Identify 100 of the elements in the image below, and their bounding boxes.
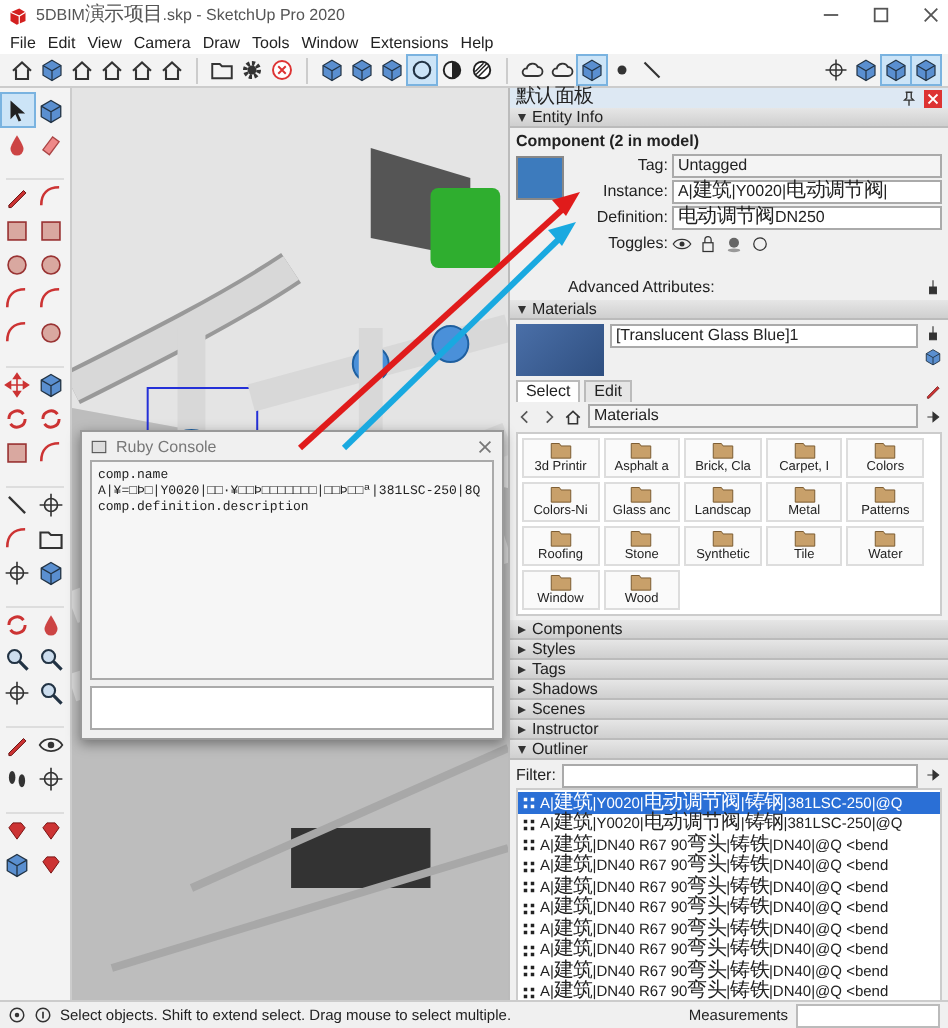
instance-field[interactable]: A|建筑|Y0020|电动调节阀| — [671, 179, 943, 204]
tag-label: Tag: — [635, 156, 668, 175]
section-header[interactable]: Scenes — [509, 700, 948, 721]
cube-icon[interactable] — [348, 56, 376, 85]
crosshair-icon[interactable] — [35, 488, 68, 521]
cube-icon[interactable] — [378, 56, 406, 85]
house-icon[interactable] — [98, 56, 126, 85]
menu-item[interactable]: View — [81, 33, 128, 52]
close-icon[interactable] — [924, 89, 943, 108]
folder-icon — [628, 484, 655, 505]
sphere-icon[interactable] — [749, 233, 770, 254]
house-icon[interactable] — [8, 56, 36, 85]
entity-heading: Component (2 in model) — [515, 130, 701, 153]
folder-icon — [791, 528, 818, 549]
grid-icon — [521, 796, 536, 811]
tray-title: 默认面板 — [515, 88, 596, 109]
close-icon[interactable] — [922, 6, 940, 25]
folder-icon — [547, 572, 574, 593]
section-header[interactable]: Components — [509, 620, 948, 641]
move-icon[interactable] — [1, 368, 34, 401]
grid-icon — [521, 901, 536, 916]
menu-item[interactable]: Window — [295, 33, 365, 52]
cube-icon[interactable] — [882, 56, 910, 85]
panel-tab[interactable]: Select — [515, 379, 581, 402]
house-icon[interactable] — [563, 407, 582, 426]
section-header[interactable]: Outliner — [509, 740, 948, 761]
striped-circle-icon[interactable] — [468, 56, 496, 85]
maximize-icon[interactable] — [872, 6, 890, 25]
tag-dropdown[interactable]: Untagged — [671, 153, 943, 178]
crosshair-icon[interactable] — [1, 676, 34, 709]
cube-icon[interactable] — [924, 348, 943, 367]
material-swatch[interactable] — [515, 156, 564, 201]
menu-item[interactable]: Edit — [41, 33, 82, 52]
definition-field[interactable]: 电动调节阀DN250 — [671, 205, 943, 230]
console-title: Ruby Console — [116, 437, 217, 455]
grid-icon — [521, 922, 536, 937]
toggles-label: Toggles: — [606, 234, 668, 253]
info-icon[interactable] — [34, 1006, 52, 1025]
half-circle-icon[interactable] — [438, 56, 466, 85]
pin-icon[interactable] — [900, 89, 919, 108]
filter-field[interactable] — [561, 763, 919, 788]
cube-icon[interactable] — [852, 56, 880, 85]
folder-icon — [872, 484, 899, 505]
cube-icon[interactable] — [318, 56, 346, 85]
filter-label: Filter: — [515, 766, 556, 785]
panel-tab[interactable]: Edit — [584, 379, 632, 402]
folder-icon — [709, 484, 736, 505]
folder-icon — [791, 484, 818, 505]
lock-icon[interactable] — [697, 233, 718, 254]
folder-icon — [872, 528, 899, 549]
collection-dropdown[interactable]: Materials — [587, 404, 919, 429]
menu-item[interactable]: Camera — [127, 33, 197, 52]
house-icon[interactable] — [128, 56, 156, 85]
menu-item[interactable]: File — [4, 33, 42, 52]
house-icon[interactable] — [68, 56, 96, 85]
folder-icon — [547, 440, 574, 461]
gear-icon[interactable] — [238, 56, 266, 85]
console-input[interactable] — [90, 686, 494, 730]
window-icon — [90, 437, 108, 455]
arrow-right-icon[interactable] — [924, 766, 943, 785]
cube-icon[interactable] — [38, 56, 66, 85]
folder-icon — [709, 440, 736, 461]
grid-icon — [521, 859, 536, 874]
shadow-icon[interactable] — [723, 233, 744, 254]
grid-icon — [521, 985, 536, 1000]
section-header[interactable]: Shadows — [509, 680, 948, 701]
close-icon[interactable] — [476, 437, 494, 455]
measurements-field[interactable] — [796, 1003, 940, 1028]
circle-icon[interactable] — [408, 56, 436, 85]
section-header[interactable]: Entity Info — [509, 108, 948, 129]
menu-item[interactable]: Extensions — [364, 33, 455, 52]
folder-icon — [547, 528, 574, 549]
crosshair-icon[interactable] — [822, 56, 850, 85]
house-icon[interactable] — [158, 56, 186, 85]
grid-icon — [521, 880, 536, 895]
folder-icon — [628, 572, 655, 593]
cube-icon[interactable] — [912, 56, 940, 85]
material-preview — [515, 324, 604, 377]
arrow-right-icon[interactable] — [924, 407, 943, 426]
definition-label: Definition: — [594, 208, 668, 227]
material-name-field[interactable]: [Translucent Glass Blue]1 — [609, 324, 919, 349]
instance-label: Instance: — [600, 182, 668, 201]
window-title: 5DBIM演示项目.skp - SketchUp Pro 2020 — [36, 5, 347, 26]
close-icon[interactable] — [268, 56, 296, 85]
folder-icon — [628, 528, 655, 549]
menu-item[interactable]: Tools — [246, 33, 296, 52]
menu-item[interactable]: Draw — [196, 33, 247, 52]
eye-icon[interactable] — [671, 233, 692, 254]
section-header[interactable]: Instructor — [509, 720, 948, 741]
menu-item[interactable]: Help — [454, 33, 500, 52]
crosshair-icon[interactable] — [35, 762, 68, 795]
grid-icon — [521, 838, 536, 853]
folder-icon — [547, 484, 574, 505]
grid-icon — [521, 943, 536, 958]
cube-icon[interactable] — [578, 56, 606, 85]
section-header[interactable]: Materials — [509, 300, 948, 321]
app-logo-icon — [8, 5, 28, 26]
section-header[interactable]: Styles — [509, 640, 948, 661]
crosshair-icon[interactable] — [1, 556, 34, 589]
section-header[interactable]: Tags — [509, 660, 948, 681]
